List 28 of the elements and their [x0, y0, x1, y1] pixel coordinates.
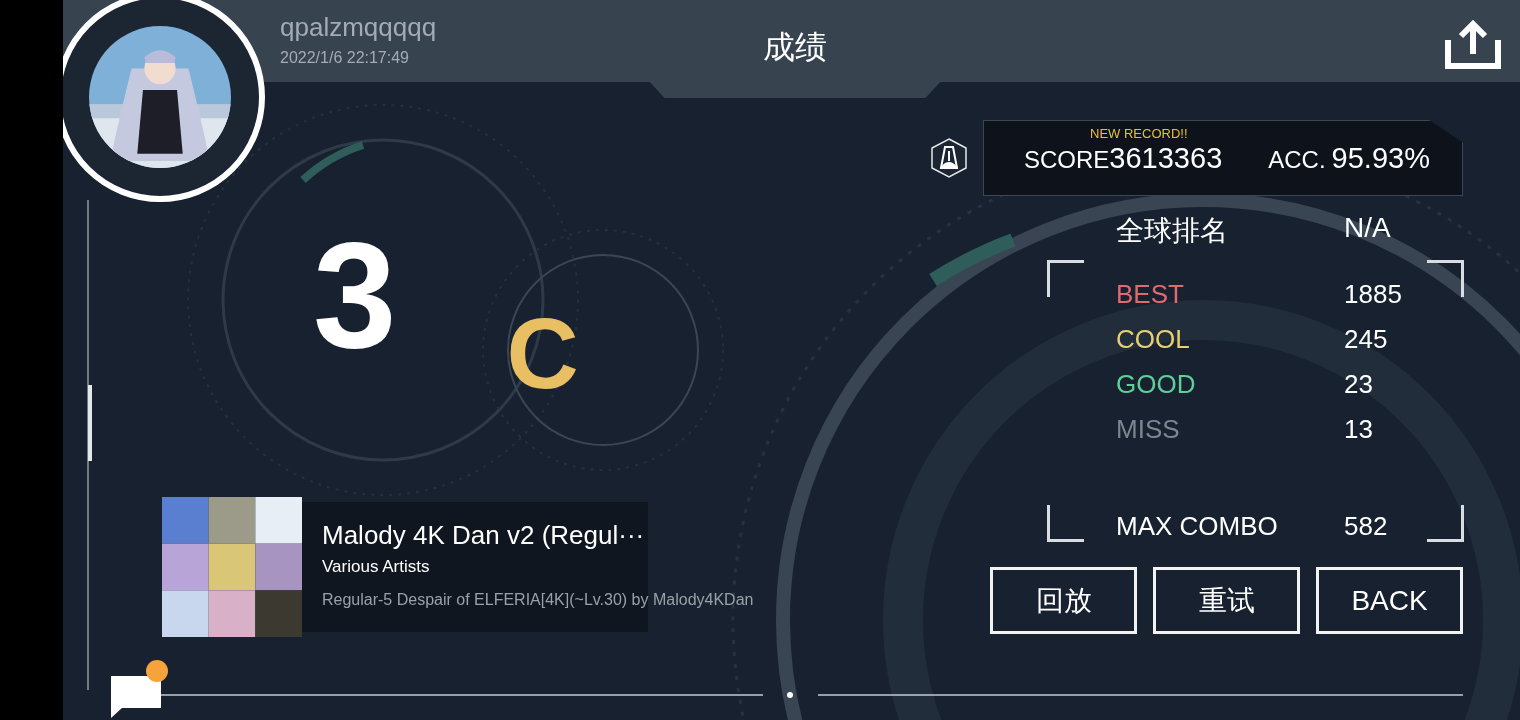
ranking-label: 全球排名: [1116, 214, 1229, 248]
judgement-count: 245: [1344, 324, 1388, 355]
action-button[interactable]: 重试: [1153, 567, 1300, 634]
judgement-label: COOL: [1116, 324, 1191, 355]
judgement-count: 13: [1344, 414, 1373, 445]
max-combo-value: 582: [1344, 511, 1388, 542]
accuracy-label: ACC.: [1268, 145, 1326, 174]
judgement-label: GOOD: [1116, 369, 1197, 400]
judgement-count: 23: [1344, 369, 1373, 400]
page-title: 成绩: [763, 28, 827, 66]
action-button[interactable]: BACK: [1316, 567, 1463, 634]
ranking-value: N/A: [1344, 212, 1391, 245]
rank-grade: 3: [313, 230, 397, 360]
judgement-label: BEST: [1116, 279, 1185, 310]
timestamp: 2022/1/6 22:17:49: [280, 49, 410, 67]
chart-name: Regular-5 Despair of ELFERIA[4K](~Lv.30) by Malody4KDan: [322, 591, 754, 609]
song-title: Malody 4K Dan v2 (Regul···: [322, 520, 645, 551]
judgement-count: 1885: [1344, 279, 1402, 310]
judgement-label: MISS: [1116, 414, 1181, 445]
max-combo-label: MAX COMBO: [1116, 511, 1279, 542]
song-artist: Various Artists: [322, 557, 430, 577]
score-value: 3613363: [1109, 141, 1223, 175]
rank-sub-grade: C: [506, 308, 579, 398]
accuracy-value: 95.93%: [1331, 141, 1430, 175]
username: qpalzmqqqqq: [280, 12, 437, 43]
score-label: SCORE: [1024, 145, 1110, 174]
action-button[interactable]: 回放: [990, 567, 1137, 634]
new-record-label: NEW RECORD!!: [1090, 125, 1188, 141]
